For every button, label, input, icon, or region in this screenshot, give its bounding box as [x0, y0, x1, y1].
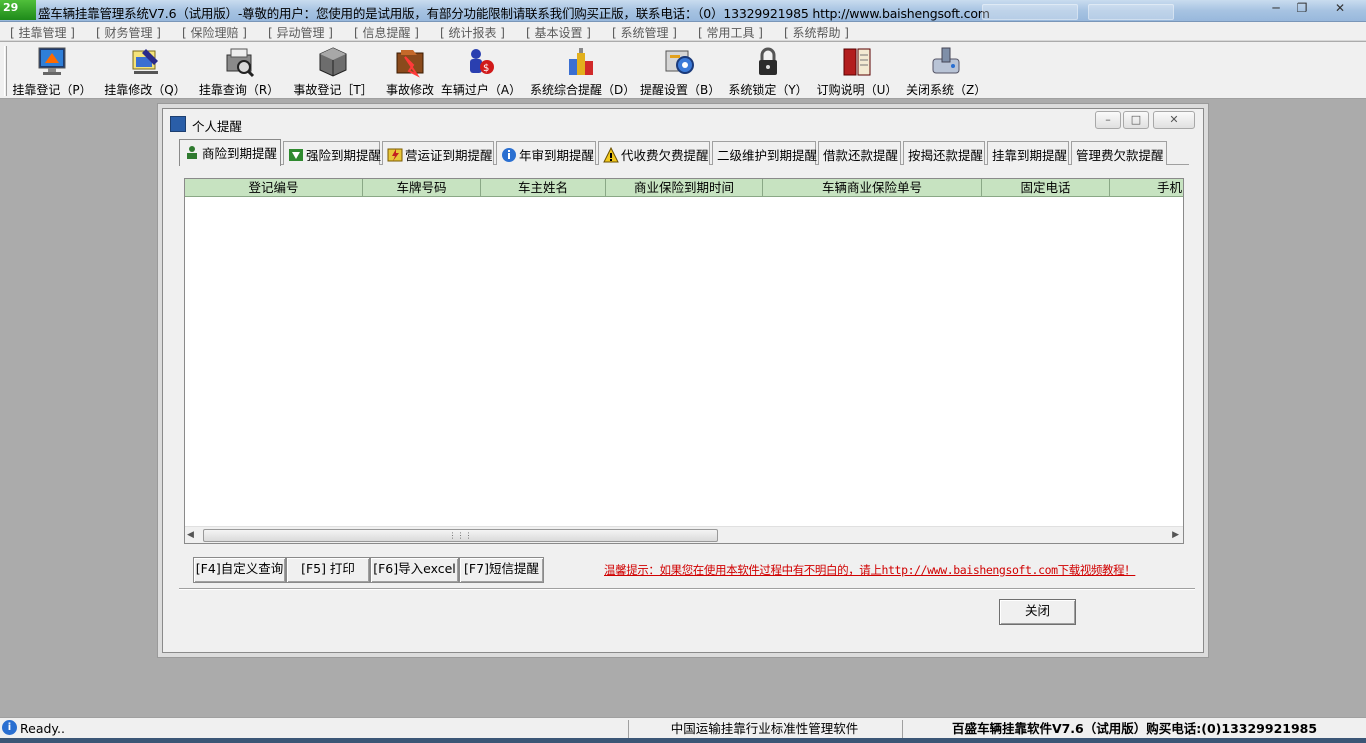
tab-commercial-insurance[interactable]: 商险到期提醒	[179, 139, 281, 166]
box-icon	[319, 47, 347, 77]
close-system-button[interactable]: 关闭系统（Z）	[906, 45, 986, 97]
menu-change[interactable]: [ 异动管理 ]	[268, 24, 333, 41]
transfer-button[interactable]: $ 车辆过户（A）	[440, 45, 522, 97]
reminder-table[interactable]: 登记编号 车牌号码 车主姓名 商业保险到期时间 车辆商业保险单号 固定电话 手机…	[184, 178, 1184, 544]
close-icon[interactable]: ✕	[1326, 0, 1354, 18]
col-header[interactable]: 车辆商业保险单号	[763, 179, 982, 197]
tab-maintenance[interactable]: 二级维护到期提醒	[712, 141, 817, 165]
search-printer-icon	[226, 48, 255, 78]
app-badge: 29	[0, 0, 36, 20]
query-button[interactable]: 挂靠查询（R）	[196, 45, 282, 97]
tab-fee-arrears[interactable]: 代收费欠费提醒	[598, 141, 710, 165]
accident-register-button[interactable]: 事故登记［T］	[290, 45, 376, 97]
tab-affiliation-expiry[interactable]: 挂靠到期提醒	[987, 141, 1069, 165]
col-header[interactable]: 车牌号码	[363, 179, 481, 197]
book-icon	[843, 48, 871, 76]
window-titlebar[interactable]: 个人提醒 – □ ✕	[163, 109, 1203, 135]
title-bar: 29 盛车辆挂靠管理系统V7.6（试用版）-尊敬的用户：您使用的是试用版，有部分…	[0, 0, 1366, 22]
menu-reminder[interactable]: [ 信息提醒 ]	[354, 24, 419, 41]
lightning-card-icon	[387, 148, 403, 162]
col-header[interactable]: 车主姓名	[481, 179, 606, 197]
reminder-settings-button[interactable]: 提醒设置（B）	[640, 45, 720, 97]
col-header[interactable]: 登记编号	[185, 179, 363, 197]
menu-basic-settings[interactable]: [ 基本设置 ]	[526, 24, 591, 41]
menu-system[interactable]: [ 系统管理 ]	[612, 24, 677, 41]
close-button[interactable]: 关闭	[999, 599, 1076, 625]
menu-bar: [ 挂靠管理 ] [ 财务管理 ] [ 保险理赔 ] [ 异动管理 ] [ 信息…	[0, 22, 1366, 41]
sms-reminder-button[interactable]: [F7]短信提醒	[459, 557, 544, 583]
taskbar	[0, 738, 1366, 743]
comprehensive-reminder-button[interactable]: 系统综合提醒（D）	[530, 45, 635, 97]
tab-management-fee[interactable]: 管理费欠款提醒	[1071, 141, 1167, 165]
tab-operation-license[interactable]: 营运证到期提醒	[382, 141, 494, 165]
edit-document-icon	[132, 49, 158, 74]
menu-insurance[interactable]: [ 保险理赔 ]	[182, 24, 247, 41]
system-lock-button[interactable]: 系统锁定（Y）	[728, 45, 808, 97]
maximize-icon[interactable]: □	[1123, 111, 1149, 129]
users-transfer-icon: $	[470, 49, 494, 74]
status-purchase: 百盛车辆挂靠软件V7.6（试用版）购买电话:(0)13329921985	[902, 720, 1366, 738]
monitor-icon	[38, 47, 66, 75]
col-header[interactable]: 手机	[1110, 179, 1183, 197]
settings-gear-icon	[665, 50, 694, 74]
status-bar: i Ready.. 中国运输挂靠行业标准性管理软件 百盛车辆挂靠软件V7.6（试…	[0, 717, 1366, 738]
tab-annual-review[interactable]: 年审到期提醒	[496, 141, 596, 165]
scroll-thumb[interactable]: ⋮⋮⋮	[203, 529, 718, 542]
close-icon[interactable]: ✕	[1153, 111, 1195, 129]
menu-help[interactable]: [ 系统帮助 ]	[784, 24, 849, 41]
restore-icon[interactable]: ❐	[1288, 0, 1316, 18]
green-arrow-icon	[289, 149, 303, 161]
reminder-tabs: 商险到期提醒 强险到期提醒 营运证到期提醒 年审到期提醒 代收费欠费提醒 二级维…	[179, 139, 1189, 166]
menu-guakao[interactable]: [ 挂靠管理 ]	[10, 24, 75, 41]
accident-modify-button[interactable]: 事故修改	[382, 45, 438, 97]
toolbar: 挂靠登记（P） 挂靠修改（Q） 挂靠查询（R） 事故登记［T］ 事故修改 $ 车…	[0, 42, 1366, 99]
status-ready: Ready..	[20, 721, 65, 736]
order-info-button[interactable]: 订购说明（U）	[816, 45, 898, 97]
titlebar-ghost-tab	[1088, 4, 1174, 20]
divider	[179, 588, 1195, 590]
svg-text:$: $	[483, 63, 489, 74]
info-circle-icon	[502, 148, 516, 162]
tab-loan-repayment[interactable]: 借款还款提醒	[818, 141, 901, 165]
toolbar-grip	[4, 46, 7, 96]
print-button[interactable]: [F5] 打印	[286, 557, 370, 583]
menu-reports[interactable]: [ 统计报表 ]	[440, 24, 505, 41]
hint-link[interactable]: 温馨提示：如果您在使用本软件过程中有不明白的，请上http://www.bais…	[604, 562, 1136, 578]
modify-button[interactable]: 挂靠修改（Q）	[102, 45, 188, 97]
titlebar-ghost-tab	[982, 4, 1078, 20]
warning-triangle-icon	[603, 147, 619, 163]
minimize-icon[interactable]: –	[1095, 111, 1121, 129]
window-app-icon	[170, 116, 186, 132]
status-center: 中国运输挂靠行业标准性管理软件	[628, 720, 900, 738]
scroll-left-icon[interactable]: ◀	[187, 530, 194, 540]
register-button[interactable]: 挂靠登记（P）	[10, 45, 94, 97]
scroll-right-icon[interactable]: ▶	[1172, 530, 1179, 540]
menu-tools[interactable]: [ 常用工具 ]	[698, 24, 763, 41]
window-title-text: 个人提醒	[192, 119, 243, 134]
alert-bottles-icon	[569, 48, 593, 75]
tab-compulsory-insurance[interactable]: 强险到期提醒	[283, 141, 381, 165]
custom-query-button[interactable]: [F4]自定义查询	[193, 557, 286, 583]
menu-finance[interactable]: [ 财务管理 ]	[96, 24, 161, 41]
person-up-icon	[187, 146, 197, 159]
import-excel-button[interactable]: [F6]导入excel	[370, 557, 459, 583]
horizontal-scrollbar[interactable]: ◀ ⋮⋮⋮ ▶	[185, 526, 1183, 543]
info-icon: i	[2, 720, 17, 735]
personal-reminder-window: 个人提醒 – □ ✕ 商险到期提醒 强险到期提醒 营运证到期提醒 年审到期提醒 …	[162, 108, 1204, 653]
mdi-workspace: 个人提醒 – □ ✕ 商险到期提醒 强险到期提醒 营运证到期提醒 年审到期提醒 …	[0, 100, 1366, 717]
tab-mortgage-repayment[interactable]: 按揭还款提醒	[903, 141, 985, 165]
minimize-icon[interactable]: ─	[1262, 0, 1290, 18]
table-header: 登记编号 车牌号码 车主姓名 商业保险到期时间 车辆商业保险单号 固定电话 手机	[185, 179, 1183, 198]
power-off-icon	[932, 47, 960, 74]
padlock-icon	[759, 47, 777, 75]
window-title: 盛车辆挂靠管理系统V7.6（试用版）-尊敬的用户：您使用的是试用版，有部分功能限…	[38, 6, 990, 21]
broken-folder-icon	[396, 50, 424, 78]
col-header[interactable]: 固定电话	[982, 179, 1110, 197]
col-header[interactable]: 商业保险到期时间	[606, 179, 763, 197]
